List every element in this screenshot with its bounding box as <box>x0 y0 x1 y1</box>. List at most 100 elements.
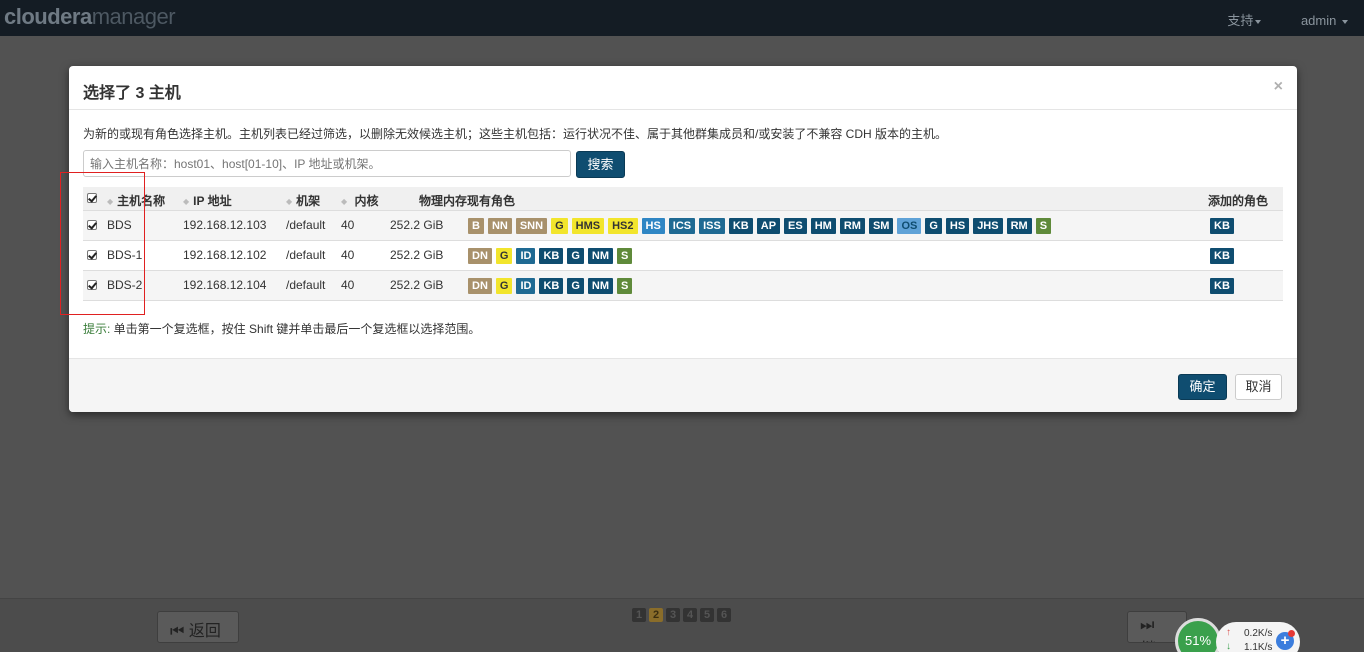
wizard-step-4[interactable]: 4 <box>683 608 697 622</box>
table-row: BDS-1 192.168.12.102/default 40 252.2 GiB DN… <box>83 241 1283 271</box>
col-memory[interactable]: 物理内存 <box>419 192 467 209</box>
host-ip: 192.168.12.103 <box>183 218 267 232</box>
table-header: ◆ 主机名称 ◆ IP 地址 ◆ 机架 ◆ 内核 物理内存 现有角色 添加的角色 <box>83 187 1283 211</box>
role-badge[interactable]: RM <box>1006 218 1032 234</box>
back-button[interactable]: ⏮ 返回 <box>157 611 239 643</box>
role-badge[interactable]: ICS <box>668 218 696 234</box>
host-memory: 252.2 GiB <box>390 218 444 232</box>
host-memory: 252.2 GiB <box>390 278 444 292</box>
role-badge[interactable]: KB <box>539 278 564 294</box>
host-rack: /default <box>286 248 326 262</box>
chevron-down-icon <box>1255 19 1262 24</box>
close-icon[interactable]: × <box>1274 78 1283 96</box>
hint-text: 提示: 单击第一个复选框，按住 Shift 键并单击最后一个复选框以选择范围。 <box>83 322 481 336</box>
role-badge[interactable]: OS <box>897 218 922 234</box>
added-role-badge[interactable]: KB <box>1210 218 1234 234</box>
wizard-step-2[interactable]: 2 <box>649 608 663 622</box>
host-cores: 40 <box>341 278 355 292</box>
role-badge[interactable]: KB <box>539 248 564 264</box>
wizard-step-6[interactable]: 6 <box>717 608 731 622</box>
role-badge[interactable]: HS <box>641 218 665 234</box>
role-badge[interactable]: ES <box>784 218 807 234</box>
hosts-table: ◆ 主机名称 ◆ IP 地址 ◆ 机架 ◆ 内核 物理内存 现有角色 添加的角色 BD… <box>83 187 1283 301</box>
role-badge[interactable]: SNN <box>515 218 548 234</box>
role-badge[interactable]: G <box>495 278 513 294</box>
role-badge[interactable]: G <box>551 218 568 234</box>
role-badge[interactable]: NM <box>587 248 614 264</box>
sort-icon: ◆ <box>341 197 348 206</box>
role-badge[interactable]: DN <box>468 248 492 264</box>
dialog-header: 选择了 3 主机 × <box>69 66 1297 110</box>
added-roles: KB <box>1210 218 1238 234</box>
role-badge[interactable]: NN <box>487 218 512 234</box>
role-badge[interactable]: HS2 <box>608 218 638 234</box>
host-rack: /default <box>286 278 326 292</box>
existing-roles: DN G ID KB G NM S <box>468 278 636 294</box>
wizard-steps: 123456 <box>632 607 734 622</box>
role-badge[interactable]: G <box>567 278 584 294</box>
role-badge[interactable]: S <box>617 278 633 294</box>
skip-forward-icon: ⏭ <box>1140 617 1155 634</box>
upload-speed: 0.2K/s <box>1244 628 1273 639</box>
wizard-footer: ⏮ 返回 123456 ⏭ 继 <box>0 598 1364 652</box>
support-menu[interactable]: 支持 <box>1209 13 1262 28</box>
role-badge[interactable]: S <box>617 248 633 264</box>
added-role-badge[interactable]: KB <box>1210 248 1234 264</box>
col-rack[interactable]: ◆ 机架 <box>286 192 320 209</box>
dialog-footer: 确定 取消 <box>69 358 1297 412</box>
role-badge[interactable]: KB <box>728 218 753 234</box>
search-button[interactable]: 搜索 <box>576 151 625 178</box>
col-added-roles: 添加的角色 <box>1208 194 1269 208</box>
added-role-badge[interactable]: KB <box>1210 278 1234 294</box>
role-badge[interactable]: S <box>1035 218 1052 234</box>
role-badge[interactable]: G <box>495 248 513 264</box>
role-badge[interactable]: ISS <box>699 218 725 234</box>
role-badge[interactable]: JHS <box>973 218 1003 234</box>
role-badge[interactable]: HMS <box>571 218 605 234</box>
role-badge[interactable]: ID <box>516 248 536 264</box>
wizard-step-5[interactable]: 5 <box>700 608 714 622</box>
arrow-up-icon: ↑ <box>1226 627 1231 638</box>
host-ip: 192.168.12.102 <box>183 248 267 262</box>
chevron-down-icon <box>1342 19 1348 24</box>
user-menu[interactable]: admin <box>1283 13 1348 28</box>
dialog-title: 选择了 3 主机 <box>83 85 181 102</box>
role-badge[interactable]: RM <box>839 218 865 234</box>
role-badge[interactable]: ID <box>516 278 536 294</box>
network-speed-widget: ↑ 0.2K/s ↓ 1.1K/s + <box>1216 622 1300 652</box>
select-hosts-dialog: 选择了 3 主机 × 为新的或现有角色选择主机。主机列表已经过筛选，以删除无效候… <box>69 66 1297 412</box>
table-row: BDS-2 192.168.12.104/default 40 252.2 GiB DN… <box>83 271 1283 301</box>
added-roles: KB <box>1210 278 1238 294</box>
host-rack: /default <box>286 218 326 232</box>
table-row: BDS 192.168.12.103/default 40 252.2 GiB B NN S… <box>83 211 1283 241</box>
role-badge[interactable]: HM <box>810 218 836 234</box>
role-badge[interactable]: DN <box>468 278 492 294</box>
role-badge[interactable]: NM <box>587 278 614 294</box>
role-badge[interactable]: G <box>925 218 942 234</box>
col-cores[interactable]: ◆ 内核 <box>341 192 379 209</box>
role-badge[interactable]: B <box>468 218 484 234</box>
host-memory: 252.2 GiB <box>390 248 444 262</box>
cloudera-logo[interactable]: clouderamanager <box>4 4 176 30</box>
confirm-button[interactable]: 确定 <box>1178 374 1227 400</box>
top-navbar: clouderamanager 支持 admin <box>0 0 1364 36</box>
host-cores: 40 <box>341 248 355 262</box>
role-badge[interactable]: SM <box>868 218 894 234</box>
wizard-step-3[interactable]: 3 <box>666 608 680 622</box>
role-badge[interactable]: HS <box>945 218 970 234</box>
skip-back-icon: ⏮ <box>170 623 185 640</box>
wizard-step-1[interactable]: 1 <box>632 608 646 622</box>
col-existing-roles: 现有角色 <box>467 194 516 208</box>
existing-roles: B NN SNN G HMS HS2 HS ICS ISS KB AP ES HM RM SM OS G HS JH… <box>468 218 1055 234</box>
added-roles: KB <box>1210 248 1238 264</box>
cancel-button[interactable]: 取消 <box>1235 374 1282 400</box>
role-badge[interactable]: G <box>567 248 584 264</box>
col-ip[interactable]: ◆ IP 地址 <box>183 192 232 209</box>
host-ip: 192.168.12.104 <box>183 278 267 292</box>
dialog-description: 为新的或现有角色选择主机。主机列表已经过筛选，以删除无效候选主机；这些主机包括：… <box>83 127 948 141</box>
host-search-input[interactable] <box>83 150 571 177</box>
annotation-highlight-box <box>60 172 145 315</box>
sort-icon: ◆ <box>286 197 293 206</box>
role-badge[interactable]: AP <box>756 218 781 234</box>
host-cores: 40 <box>341 218 355 232</box>
